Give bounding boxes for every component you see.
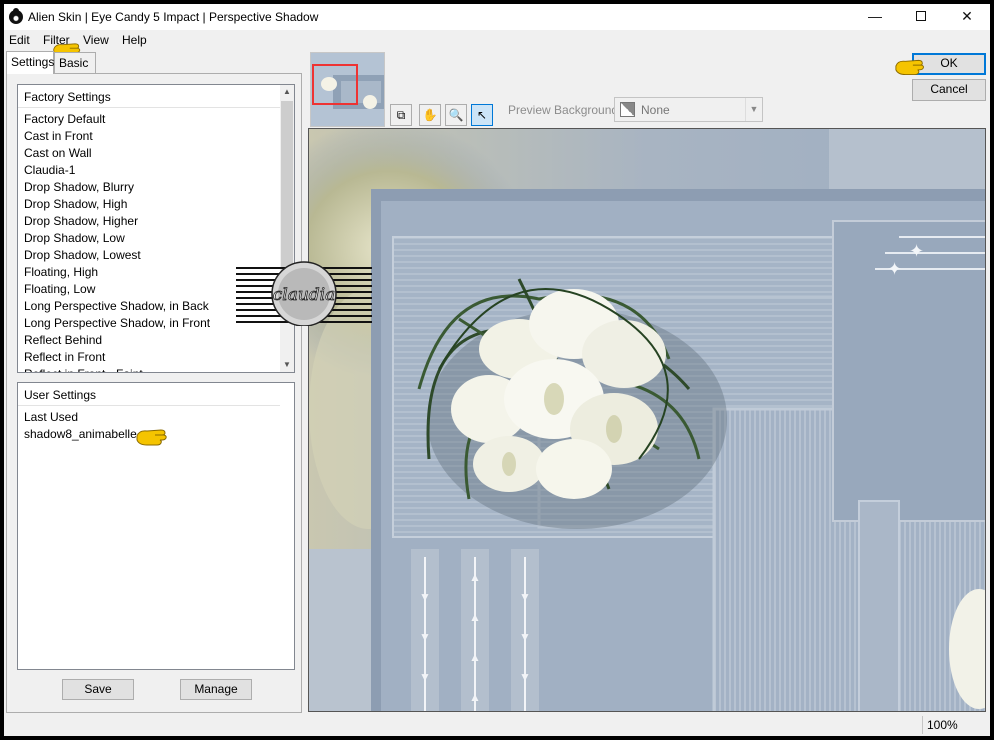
scroll-down-icon[interactable]: ▼ (280, 358, 294, 372)
maximize-button[interactable] (898, 4, 944, 30)
alien-skin-icon (9, 8, 23, 24)
cancel-button[interactable]: Cancel (912, 79, 986, 101)
list-item[interactable]: Last Used (24, 409, 278, 426)
pointing-hand-icon (895, 59, 924, 76)
list-divider (18, 107, 280, 108)
navigator-view-box[interactable] (312, 64, 358, 105)
navigator-flower (363, 95, 377, 109)
preview-background-label: Preview Background: (508, 103, 622, 117)
save-button[interactable]: Save (62, 679, 134, 700)
list-item[interactable]: Cast in Front (24, 128, 278, 145)
chevron-down-icon: ▼ (745, 98, 762, 121)
arrow-pointer-icon: ↖ (476, 108, 488, 122)
list-item[interactable]: Cast on Wall (24, 145, 278, 162)
svg-text:▼: ▼ (519, 670, 531, 684)
settings-panel: Factory Settings Factory Default Cast in … (6, 73, 302, 713)
user-settings-header: User Settings (24, 388, 97, 402)
svg-text:✦: ✦ (887, 259, 902, 279)
pointing-hand-icon (136, 429, 167, 446)
svg-text:▲: ▲ (469, 690, 481, 704)
list-item[interactable]: Reflect Behind (24, 332, 278, 349)
menu-edit[interactable]: Edit (9, 33, 30, 47)
status-bar: 100% (4, 714, 990, 736)
claudia-watermark: claudia (236, 261, 372, 326)
factory-list-scrollbar[interactable]: ▲ ▼ (280, 85, 294, 372)
window-title: Alien Skin | Eye Candy 5 Impact | Perspe… (28, 10, 319, 24)
list-item[interactable]: Drop Shadow, High (24, 196, 278, 213)
zoom-tool-button[interactable]: 🔍 (445, 104, 467, 126)
factory-settings-list[interactable]: Factory Settings Factory Default Cast in … (17, 84, 295, 373)
user-setting-last-used: Last Used (24, 410, 79, 424)
list-item[interactable]: Drop Shadow, Low (24, 230, 278, 247)
svg-text:▼: ▼ (419, 670, 431, 684)
preview-background-value: None (641, 103, 670, 117)
list-item[interactable]: Factory Default (24, 111, 278, 128)
svg-text:▼: ▼ (419, 590, 431, 604)
maximize-icon (916, 11, 926, 21)
menu-help[interactable]: Help (122, 33, 147, 47)
tab-settings[interactable]: Settings (6, 51, 54, 74)
preview-image: ✦ ✦ ▼ ▼ ▼ ▲ ▲ ▲ ▲ ▼ ▼ ▼ (309, 129, 985, 711)
svg-text:▼: ▼ (419, 630, 431, 644)
eye-candy-window: Alien Skin | Eye Candy 5 Impact | Perspe… (4, 4, 990, 736)
preview-canvas[interactable]: ✦ ✦ ▼ ▼ ▼ ▲ ▲ ▲ ▲ ▼ ▼ ▼ (308, 128, 986, 712)
list-divider (18, 405, 280, 406)
svg-text:▲: ▲ (469, 610, 481, 624)
list-item[interactable]: Reflect in Front - Faint (24, 366, 278, 372)
list-item[interactable]: Drop Shadow, Higher (24, 213, 278, 230)
svg-text:▼: ▼ (519, 590, 531, 604)
zoom-icon: 🔍 (448, 108, 464, 122)
watermark-text: claudia (273, 285, 336, 305)
menu-view[interactable]: View (83, 33, 109, 47)
preview-toggle-button[interactable]: ⧉ (390, 104, 412, 126)
factory-settings-items: Factory Default Cast in Front Cast on Wall… (24, 111, 278, 372)
manage-button[interactable]: Manage (180, 679, 252, 700)
svg-text:▼: ▼ (519, 630, 531, 644)
preview-background-select[interactable]: None ▼ (614, 97, 763, 122)
minimize-button[interactable]: — (852, 4, 898, 30)
zoom-level: 100% (922, 716, 988, 734)
svg-text:▲: ▲ (469, 570, 481, 584)
title-bar: Alien Skin | Eye Candy 5 Impact | Perspe… (4, 4, 990, 30)
background-swatch-icon (620, 102, 635, 117)
close-button[interactable]: ✕ (944, 4, 990, 30)
svg-text:▲: ▲ (469, 650, 481, 664)
scroll-up-icon[interactable]: ▲ (280, 85, 294, 99)
list-item[interactable]: Claudia-1 (24, 162, 278, 179)
minimize-icon: — (868, 8, 882, 24)
list-item[interactable]: Drop Shadow, Blurry (24, 179, 278, 196)
list-item[interactable]: Reflect in Front (24, 349, 278, 366)
menu-bar: Edit Filter View Help (4, 30, 990, 50)
hand-tool-button[interactable]: ✋ (419, 104, 441, 126)
preview-toggle-icon: ⧉ (396, 108, 406, 122)
user-setting-shadow8: shadow8_animabelle (24, 427, 137, 441)
preview-navigator[interactable] (310, 52, 385, 127)
close-icon: ✕ (961, 8, 973, 24)
hand-icon: ✋ (422, 108, 438, 122)
svg-text:✦: ✦ (909, 241, 924, 261)
arrow-tool-button[interactable]: ↖ (471, 104, 493, 126)
factory-settings-header: Factory Settings (24, 90, 111, 104)
tab-basic[interactable]: Basic (54, 52, 96, 74)
